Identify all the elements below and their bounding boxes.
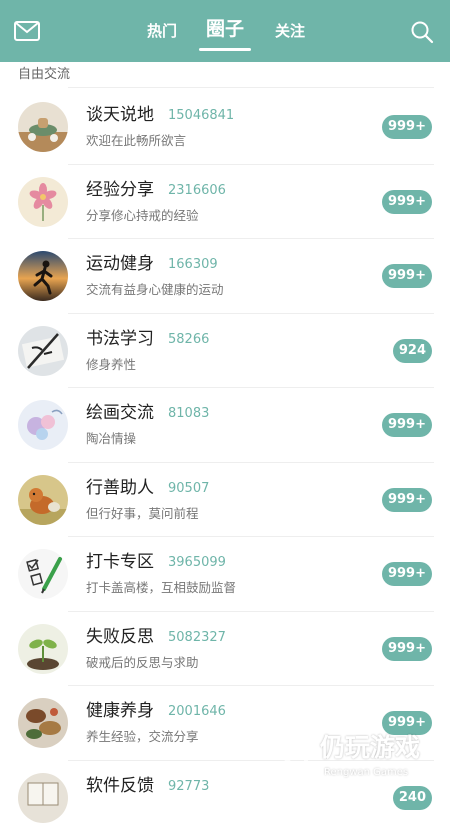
watermark-logo-icon <box>272 736 312 776</box>
tab-follow[interactable]: 关注 <box>268 18 312 44</box>
search-icon[interactable] <box>410 20 434 44</box>
checklist-icon <box>18 549 68 599</box>
sprout-icon <box>18 624 68 674</box>
list-item[interactable]: 书法学习 58266 修身养性 924 <box>0 314 450 389</box>
group-name: 打卡专区 <box>86 550 154 574</box>
group-description: 打卡盖高楼，互相鼓励监督 <box>86 579 236 597</box>
post-count-badge: 999+ <box>382 115 432 139</box>
group-name: 绘画交流 <box>86 401 154 425</box>
group-name: 书法学习 <box>86 327 154 351</box>
tab-hot[interactable]: 热门 <box>140 18 184 44</box>
tab-circle[interactable]: 圈子 <box>198 16 252 42</box>
group-description: 养生经验，交流分享 <box>86 728 199 746</box>
member-count: 92773 <box>168 778 209 796</box>
group-description: 分享修心持戒的经验 <box>86 207 199 225</box>
watermark-text: 仍玩游戏 <box>320 732 420 764</box>
group-description: 修身养性 <box>86 356 136 374</box>
group-list: 谈天说地 15046841 欢迎在此畅所欲言 999+ 经验分享 2316606… <box>0 90 450 835</box>
book-icon <box>18 773 68 823</box>
divider <box>68 87 434 88</box>
group-description: 欢迎在此畅所欲言 <box>86 132 186 150</box>
member-count: 166309 <box>168 256 218 274</box>
post-count-badge: 999+ <box>382 488 432 512</box>
post-count-badge: 999+ <box>382 562 432 586</box>
watermark-subtext: Rengwan Games <box>324 766 408 780</box>
group-name: 软件反馈 <box>86 774 154 798</box>
group-name: 经验分享 <box>86 178 154 202</box>
member-count: 5082327 <box>168 629 226 647</box>
member-count: 58266 <box>168 331 209 349</box>
post-count-badge: 999+ <box>382 264 432 288</box>
tea-set-icon <box>18 102 68 152</box>
group-description: 破戒后的反思与求助 <box>86 654 199 672</box>
post-count-badge: 999+ <box>382 637 432 661</box>
member-count: 3965099 <box>168 554 226 572</box>
painting-icon <box>18 400 68 450</box>
runner-icon <box>18 251 68 301</box>
top-bar: 热门 圈子 关注 <box>0 0 450 62</box>
post-count-badge: 999+ <box>382 413 432 437</box>
active-tab-indicator <box>199 48 251 51</box>
list-item[interactable]: 谈天说地 15046841 欢迎在此畅所欲言 999+ <box>0 90 450 165</box>
member-count: 15046841 <box>168 107 234 125</box>
group-description: 但行好事，莫问前程 <box>86 505 199 523</box>
group-name: 健康养身 <box>86 699 154 723</box>
list-item[interactable]: 经验分享 2316606 分享修心持戒的经验 999+ <box>0 165 450 240</box>
group-description: 交流有益身心健康的运动 <box>86 281 224 299</box>
post-count-badge: 999+ <box>382 190 432 214</box>
flower-icon <box>18 177 68 227</box>
group-name: 运动健身 <box>86 252 154 276</box>
list-item[interactable]: 绘画交流 81083 陶冶情操 999+ <box>0 388 450 463</box>
member-count: 2001646 <box>168 703 226 721</box>
dog-icon <box>18 475 68 525</box>
calligraphy-icon <box>18 326 68 376</box>
group-name: 谈天说地 <box>86 103 154 127</box>
list-item[interactable]: 行善助人 90507 但行好事，莫问前程 999+ <box>0 463 450 538</box>
group-name: 失败反思 <box>86 625 154 649</box>
member-count: 81083 <box>168 405 209 423</box>
mail-icon[interactable] <box>14 21 40 41</box>
group-description: 陶冶情操 <box>86 430 136 448</box>
member-count: 2316606 <box>168 182 226 200</box>
member-count: 90507 <box>168 480 209 498</box>
section-title: 自由交流 <box>18 64 70 86</box>
group-name: 行善助人 <box>86 476 154 500</box>
post-count-badge: 924 <box>393 339 432 363</box>
list-item[interactable]: 打卡专区 3965099 打卡盖高楼，互相鼓励监督 999+ <box>0 537 450 612</box>
list-item[interactable]: 运动健身 166309 交流有益身心健康的运动 999+ <box>0 239 450 314</box>
herbs-icon <box>18 698 68 748</box>
list-item[interactable]: 失败反思 5082327 破戒后的反思与求助 999+ <box>0 612 450 687</box>
watermark: 仍玩游戏 Rengwan Games <box>272 732 442 792</box>
